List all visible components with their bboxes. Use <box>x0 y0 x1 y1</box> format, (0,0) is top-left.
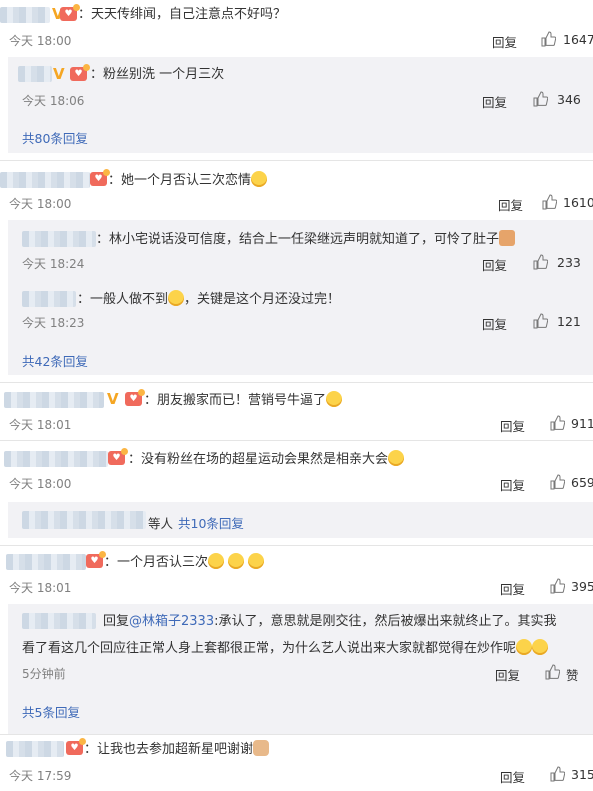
comment-time: 今天 17:59 <box>9 769 72 783</box>
avatars-blurred[interactable] <box>22 511 146 529</box>
like-icon[interactable] <box>540 31 556 47</box>
reply-button[interactable]: 回复 <box>482 92 507 111</box>
username-blurred[interactable] <box>18 66 52 82</box>
reply-button[interactable]: 回复 <box>482 255 507 274</box>
comment-time: 今天 18:00 <box>9 477 72 491</box>
like-count: 395 <box>571 579 593 594</box>
fan-badge-icon: ♥ <box>86 551 106 568</box>
reply-text: ：粉丝别洗 一个月三次 <box>90 67 225 82</box>
others-label: 等人 <box>148 516 174 531</box>
like-icon[interactable] <box>532 91 548 107</box>
like-icon[interactable] <box>532 313 548 329</box>
reply-text-line2: 看了看这几个回应往正常人身上套都很正常，为什么艺人说出来大家就都觉得在炒作呢 <box>22 639 549 658</box>
comment-text: ：一个月否认三次 <box>104 553 265 572</box>
fan-badge-icon: ♥ <box>60 4 80 21</box>
divider <box>0 734 593 735</box>
hug-emoji-icon <box>228 553 245 569</box>
username-blurred[interactable] <box>0 172 90 188</box>
comment-time: 今天 18:01 <box>9 581 72 595</box>
comment-text: ：她一个月否认三次恋情 <box>108 171 268 190</box>
reply-time: 今天 18:23 <box>22 316 85 330</box>
username-blurred[interactable] <box>4 392 104 408</box>
laughing-emoji-icon <box>532 639 549 655</box>
comment-text: ：天天传绯闻，自己注意点不好吗？ <box>78 7 287 22</box>
fan-badge-icon: ♥ <box>125 389 145 406</box>
username-blurred[interactable] <box>0 7 50 23</box>
fan-badge-icon: ♥ <box>66 738 86 755</box>
reply-text: ：林小宅说话没可信度，结合上一任梁继远声明就知道了，可怜了肚子 <box>96 230 516 249</box>
reply-time: 5分钟前 <box>22 667 66 681</box>
wink-emoji-icon <box>388 450 405 466</box>
reply-button[interactable]: 回复 <box>495 665 520 684</box>
like-count: 121 <box>557 314 581 329</box>
thinking-emoji-icon <box>168 290 185 306</box>
more-replies-link[interactable]: 共10条回复 <box>178 513 244 532</box>
crying-emoji-icon <box>326 391 343 407</box>
more-replies-link[interactable]: 共42条回复 <box>22 351 88 370</box>
fan-badge-icon: ♥ <box>70 64 90 81</box>
laughing-emoji-icon <box>516 639 533 655</box>
reply-button[interactable]: 回复 <box>500 475 525 494</box>
reply-time: 今天 18:24 <box>22 257 85 271</box>
hug-emoji-icon <box>248 553 265 569</box>
like-count: 659 <box>571 475 593 490</box>
reply-button[interactable]: 回复 <box>500 579 525 598</box>
fan-badge-icon: ♥ <box>90 169 110 186</box>
like-label: 赞 <box>566 668 579 683</box>
reply-text-line1: 回复@林箱子2333:承认了，意思就是刚交往，然后被爆出来就终止了。其实我 <box>103 614 557 629</box>
username-blurred[interactable] <box>22 291 76 307</box>
username-blurred[interactable] <box>6 554 86 570</box>
like-count: 315 <box>571 767 593 782</box>
like-count: 911 <box>571 416 593 431</box>
divider <box>0 160 593 161</box>
reply-button[interactable]: 回复 <box>492 32 517 51</box>
cat-emoji-icon <box>499 230 516 246</box>
divider <box>0 545 593 546</box>
mention-link[interactable]: @林箱子2333 <box>129 614 214 629</box>
like-icon[interactable] <box>549 474 565 490</box>
like-count: 346 <box>557 92 581 107</box>
divider <box>0 440 593 441</box>
more-replies-link[interactable]: 共5条回复 <box>22 702 80 721</box>
reply-button[interactable]: 回复 <box>500 767 525 786</box>
hug-emoji-icon <box>208 553 225 569</box>
more-replies-link[interactable]: 共80条回复 <box>22 128 88 147</box>
like-icon[interactable] <box>544 664 560 680</box>
like-icon[interactable] <box>532 254 548 270</box>
pray-emoji-icon <box>253 740 270 756</box>
comment-text: ：没有粉丝在场的超星运动会果然是相亲大会 <box>128 450 405 469</box>
username-blurred[interactable] <box>22 613 96 629</box>
verified-icon: V <box>53 65 65 83</box>
like-icon[interactable] <box>541 194 557 210</box>
like-count: 233 <box>557 255 581 270</box>
like-count: 1610 <box>563 195 593 210</box>
divider <box>0 382 593 383</box>
like-icon[interactable] <box>549 415 565 431</box>
reply-button[interactable]: 回复 <box>482 314 507 333</box>
comment-text: ：朋友搬家而已！营销号牛逼了 <box>144 391 343 410</box>
like-count: 1647 <box>563 32 593 47</box>
verified-icon: V <box>107 390 119 408</box>
like-icon[interactable] <box>549 578 565 594</box>
reply-time: 今天 18:06 <box>22 94 85 108</box>
username-blurred[interactable] <box>22 231 96 247</box>
smile-emoji-icon <box>251 171 268 187</box>
reply-button[interactable]: 回复 <box>500 416 525 435</box>
like-icon[interactable] <box>549 766 565 782</box>
username-blurred[interactable] <box>4 451 108 467</box>
reply-button[interactable]: 回复 <box>498 195 523 214</box>
comment-time: 今天 18:00 <box>9 197 72 211</box>
comment-time: 今天 18:00 <box>9 34 72 48</box>
username-blurred[interactable] <box>6 741 64 757</box>
comment-text: ：让我也去参加超新星吧谢谢 <box>84 740 270 759</box>
comment-time: 今天 18:01 <box>9 418 72 432</box>
reply-text: ：一般人做不到 ，关键是这个月还没过完！ <box>77 290 341 307</box>
fan-badge-icon: ♥ <box>108 448 128 465</box>
